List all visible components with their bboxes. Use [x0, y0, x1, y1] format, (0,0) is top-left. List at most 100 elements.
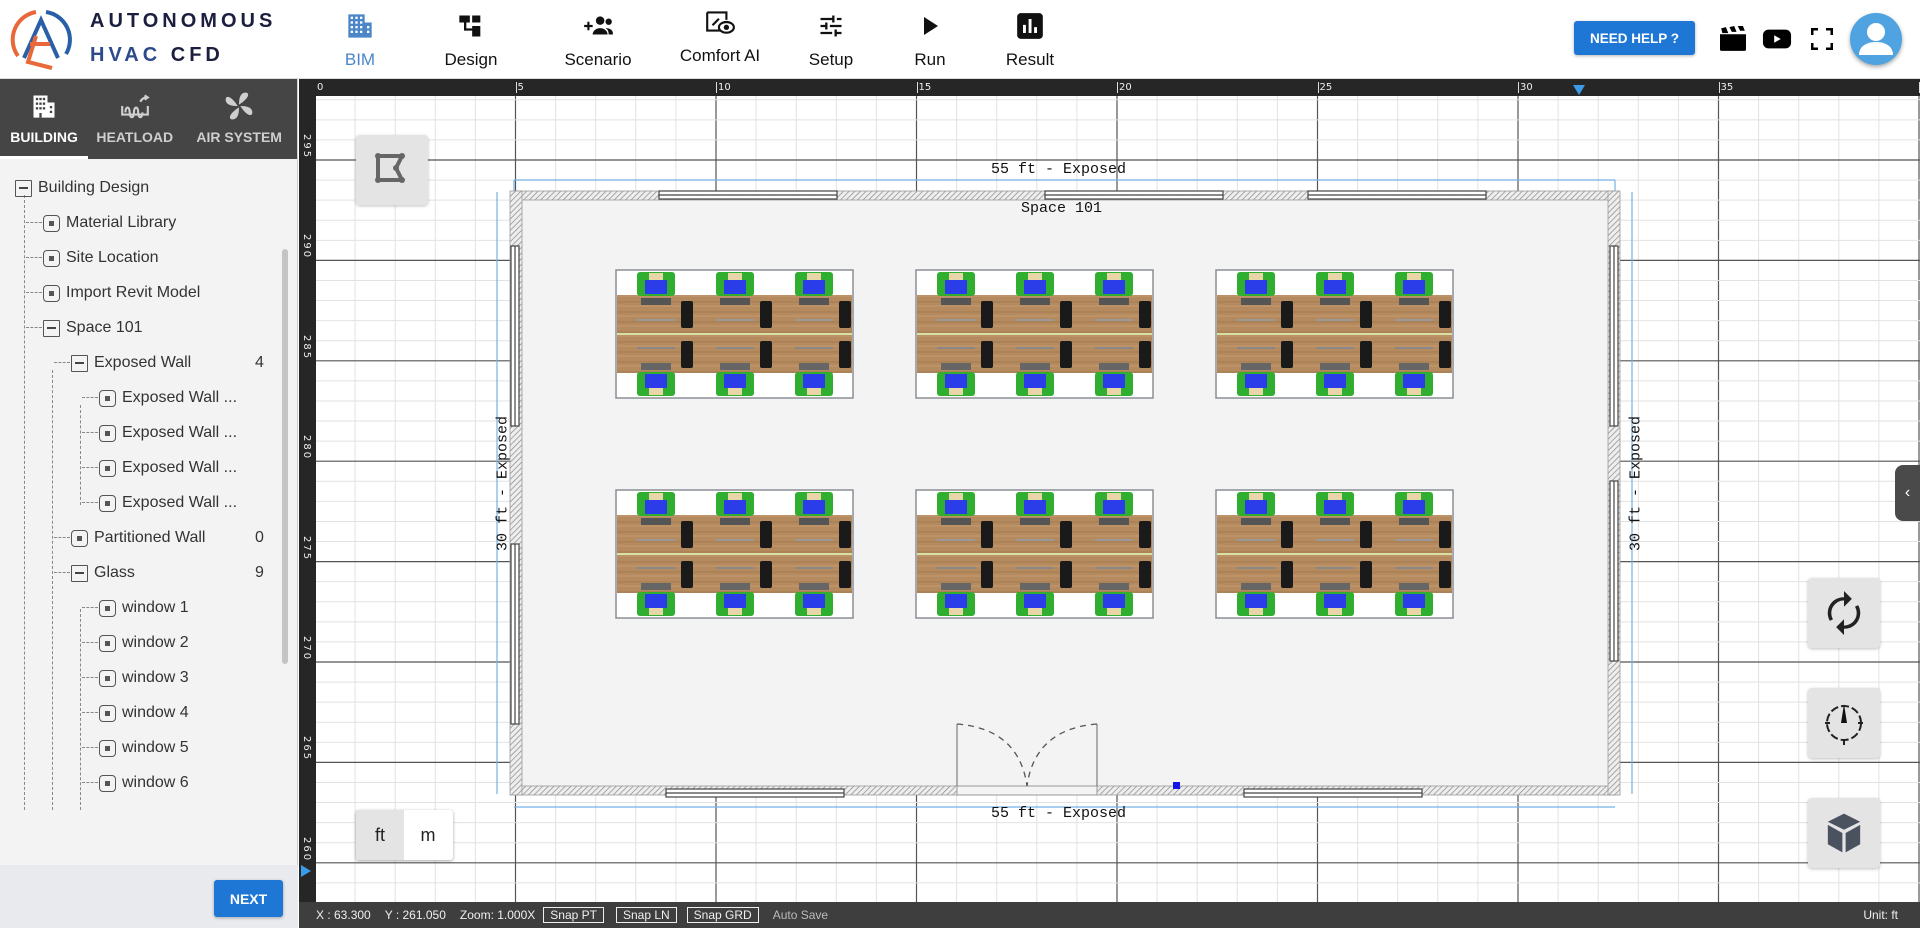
tree-connector [82, 747, 98, 748]
tree-label: Space 101 [66, 319, 143, 336]
tree-label: Exposed Wall ... [122, 459, 238, 476]
user-avatar[interactable] [1850, 13, 1902, 65]
sliders-icon [815, 10, 847, 42]
tree-item-glass[interactable]: Glass [71, 560, 135, 586]
need-help-button[interactable]: NEED HELP ? [1574, 21, 1695, 55]
cursor-x: X : 63.300 [316, 908, 371, 922]
leaf-node-icon [43, 249, 60, 267]
tree-connector [80, 405, 81, 505]
desk-cluster [615, 489, 854, 619]
tab-air-system[interactable]: AIR SYSTEM [181, 79, 297, 159]
leaf-node-icon [99, 599, 116, 617]
compass-button[interactable] [1808, 688, 1880, 758]
collapse-icon[interactable] [43, 319, 60, 337]
snap-line-toggle[interactable]: Snap LN [615, 907, 677, 923]
tree-item-space-101[interactable]: Space 101 [43, 315, 143, 341]
nav-design[interactable]: Design [402, 0, 540, 78]
tree-connector [26, 222, 42, 223]
sidebar-scrollbar[interactable] [282, 249, 288, 664]
nav-scenario[interactable]: Scenario [540, 0, 656, 78]
tab-heatload[interactable]: HEATLOAD [88, 79, 181, 159]
tree-item-window[interactable]: window 2 [99, 630, 189, 656]
tree-connector [80, 609, 81, 810]
youtube-icon[interactable] [1762, 24, 1792, 54]
sidebar: BUILDING HEATLOAD AIR SYSTEM Building De… [0, 79, 298, 928]
snap-point-toggle[interactable]: Snap PT [543, 907, 604, 923]
brand-hvac: HVAC [90, 44, 162, 66]
collapse-icon[interactable] [71, 354, 88, 372]
right-panel-toggle[interactable]: ‹ [1895, 465, 1920, 521]
leaf-node-icon [71, 529, 88, 547]
leaf-node-icon [43, 284, 60, 302]
compass-icon [1825, 704, 1863, 745]
collapse-icon[interactable] [15, 179, 32, 197]
tab-building[interactable]: BUILDING [0, 79, 89, 159]
unit-m-button[interactable]: m [404, 810, 452, 860]
ruler-y-tick: 295 [301, 134, 312, 160]
leaf-node-icon [99, 459, 116, 477]
fan-icon [222, 89, 256, 123]
tree-item-import-revit[interactable]: Import Revit Model [43, 280, 200, 306]
desk-cluster [915, 489, 1154, 619]
tree-item-site-location[interactable]: Site Location [43, 245, 159, 271]
nav-run[interactable]: Run [878, 0, 982, 78]
tree-item-window[interactable]: window 3 [99, 665, 189, 691]
3d-view-button[interactable] [1808, 798, 1880, 868]
tree-item-exposed-wall[interactable]: Exposed Wall [71, 350, 191, 376]
chevron-left-icon: ‹ [1904, 484, 1911, 501]
tree-label: Site Location [66, 249, 159, 266]
floorplan-canvas[interactable]: 55 ft - Exposed Space 101 55 ft - Expose… [299, 79, 1920, 902]
collapse-icon[interactable] [71, 564, 88, 582]
tree-item-window-partial[interactable] [99, 805, 122, 810]
tree-item-window[interactable]: window 6 [99, 770, 189, 796]
floorplan-drawing [496, 179, 1633, 808]
tree-item-window[interactable]: window 1 [99, 595, 189, 621]
tree-item-window[interactable]: window 4 [99, 700, 189, 726]
draw-polygon-button[interactable] [356, 135, 428, 205]
tree-connector [26, 327, 42, 328]
nav-result[interactable]: Result [982, 0, 1078, 78]
tree-item-exposed-wall-child[interactable]: Exposed Wall ... [99, 490, 237, 516]
ruler-horizontal: 051015202530354045505560657075 [299, 79, 1920, 96]
nav-setup[interactable]: Setup [784, 0, 878, 78]
next-button[interactable]: NEXT [214, 880, 283, 917]
fullscreen-icon[interactable] [1807, 24, 1837, 54]
desk-cluster [615, 269, 854, 399]
tree-item-exposed-wall-child[interactable]: Exposed Wall ... [99, 455, 237, 481]
leaf-node-icon [99, 669, 116, 687]
tree-connector [26, 257, 42, 258]
zoom-level: Zoom: 1.000X [459, 908, 536, 922]
tree-connector [82, 677, 98, 678]
auto-save-status[interactable]: Auto Save [773, 908, 828, 922]
tree-item-window[interactable]: window 5 [99, 735, 189, 761]
tree-item-building-design[interactable]: Building Design [15, 175, 149, 201]
video-clapper-icon[interactable] [1718, 24, 1748, 54]
tree-label: window 4 [122, 704, 189, 721]
tree-item-exposed-wall-child[interactable]: Exposed Wall ... [99, 385, 237, 411]
tree-connector [26, 292, 42, 293]
tree-label: Building Design [38, 179, 150, 196]
cursor-y: Y : 261.050 [384, 908, 446, 922]
snap-grid-toggle[interactable]: Snap GRD [686, 907, 759, 923]
space-label[interactable]: Space 101 [1021, 200, 1102, 217]
ruler-x-tick: 30 [1518, 82, 1533, 93]
tree-item-partitioned-wall[interactable]: Partitioned Wall [71, 525, 205, 551]
desk-cluster [915, 269, 1154, 399]
tree-item-material-library[interactable]: Material Library [43, 210, 176, 236]
nav-comfort-ai[interactable]: Comfort AI [656, 0, 784, 78]
status-bar: X : 63.300 Y : 261.050 Zoom: 1.000X Snap… [299, 902, 1920, 928]
nav-bim-label: BIM [344, 50, 376, 69]
selection-marker[interactable] [1173, 782, 1180, 789]
user-icon [1859, 23, 1893, 55]
nav-bim[interactable]: BIM [318, 0, 402, 78]
play-icon [914, 10, 946, 42]
polygon-icon [375, 153, 405, 183]
tree-connector [82, 642, 98, 643]
leaf-node-icon [99, 809, 116, 810]
tree-item-exposed-wall-child[interactable]: Exposed Wall ... [99, 420, 237, 446]
unit-ft-button[interactable]: ft [356, 810, 404, 860]
leaf-node-icon [43, 214, 60, 232]
rotate-button[interactable] [1808, 578, 1880, 648]
tree-label: window 5 [122, 739, 189, 756]
exposed-wall-count: 4 [255, 354, 264, 371]
